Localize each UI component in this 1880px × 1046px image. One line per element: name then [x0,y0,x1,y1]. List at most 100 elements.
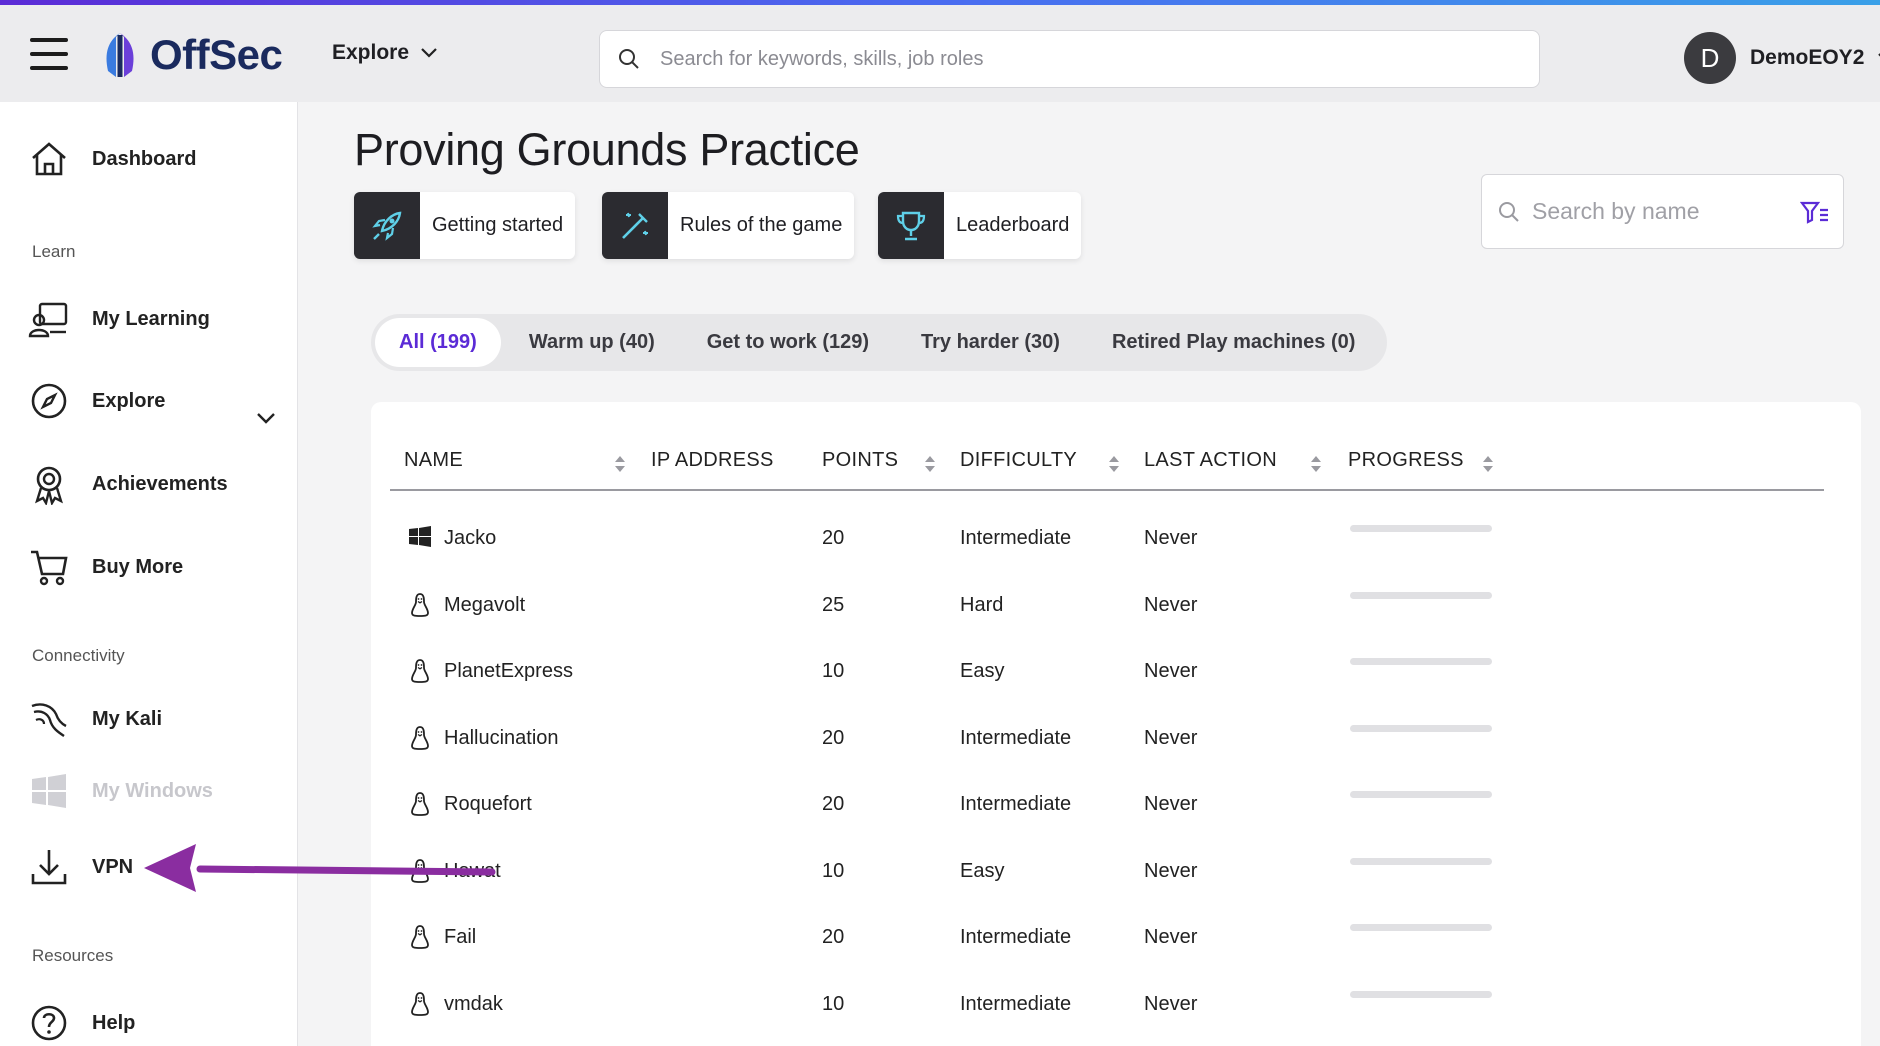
sidebar-item-my-learning[interactable]: My Learning [28,298,210,340]
table-row[interactable]: Fail 20 Intermediate Never [390,906,1824,972]
machine-last-action: Never [1144,527,1198,549]
progress-bar [1350,658,1492,665]
table-row[interactable]: Megavolt 25 Hard Never [390,574,1824,640]
explore-label: Explore [332,41,410,64]
user-menu[interactable]: D DemoEOY2 [1684,32,1880,84]
machine-difficulty: Intermediate [960,992,1072,1015]
sort-icon[interactable] [924,454,936,474]
progress-bar [1350,791,1492,798]
compass-icon [31,383,67,419]
offsec-shield-icon [106,33,134,77]
sidebar-item-label: VPN [92,855,134,878]
section-label-learn: Learn [32,242,76,261]
sort-icon[interactable] [614,454,626,474]
sidebar-item-label: Achievements [92,472,228,495]
cart-icon [31,550,68,586]
table-row[interactable]: PlanetExpress 10 Easy Never [390,640,1824,706]
table-row[interactable]: Hawat 10 Easy Never [390,840,1824,906]
column-header-progress[interactable]: PROGRESS [1348,449,1464,472]
progress-bar [1350,924,1492,931]
column-header-difficulty[interactable]: DIFFICULTY [960,449,1077,472]
trophy-icon [896,211,926,240]
sidebar-item-buy-more[interactable]: Buy More [28,546,183,588]
column-header-name[interactable]: NAME [404,449,463,472]
leaderboard-label: Leaderboard [956,214,1070,236]
progress-bar [1350,724,1492,732]
machine-points: 20 [822,527,845,549]
sidebar-item-label: My Windows [92,779,213,802]
machine-name[interactable]: Hallucination [444,727,559,750]
machine-difficulty: Intermediate [960,726,1072,749]
machine-difficulty: Intermediate [960,527,1072,549]
machine-name[interactable]: Roquefort [444,793,532,816]
machine-difficulty: Intermediate [960,926,1072,948]
machine-last-action: Never [1144,660,1198,682]
linux-icon [408,791,432,817]
hamburger-menu-icon[interactable] [30,38,68,70]
getting-started-label: Getting started [432,214,564,236]
machines-table: NAME IP ADDRESS POINTS DIFFICULTY LAST A… [371,402,1861,1046]
table-row[interactable]: vmdak 10 Intermediate Never [390,973,1824,1039]
explore-dropdown[interactable]: Explore [332,41,437,65]
machine-difficulty: Intermediate [960,793,1072,815]
sidebar-item-dashboard[interactable]: Dashboard [28,138,196,180]
sidebar-item-help[interactable]: Help [28,1002,135,1044]
global-search-box [599,30,1540,88]
table-row[interactable]: Hallucination 20 Intermediate Never [390,707,1824,773]
table-row[interactable]: Roquefort 20 Intermediate Never [390,773,1824,839]
tab-try-harder[interactable]: Try harder (30) [897,318,1084,367]
sidebar-item-achievements[interactable]: Achievements [28,463,228,505]
sidebar-item-vpn[interactable]: VPN [28,846,133,888]
sidebar-item-my-kali[interactable]: My Kali [28,698,162,740]
offsec-logo[interactable]: OffSec [98,31,283,79]
tab-retired-play-machines[interactable]: Retired Play machines (0) [1088,318,1379,367]
avatar: D [1684,32,1736,84]
top-bar: OffSec Explore D DemoEOY2 [0,5,1880,102]
progress-bar [1350,525,1492,532]
sidebar-item-label: Buy More [92,555,184,578]
machine-name[interactable]: Jacko [444,527,496,550]
annotation-arrow-icon [144,844,496,892]
award-icon [35,466,63,505]
machine-points: 10 [822,660,845,682]
machine-name[interactable]: vmdak [444,993,503,1016]
tab-all[interactable]: All (199) [375,318,501,367]
column-header-last-action[interactable]: LAST ACTION [1144,449,1277,472]
machine-points: 20 [822,793,845,815]
search-icon [619,49,639,69]
tab-get-to-work[interactable]: Get to work (129) [683,318,893,367]
column-header-points[interactable]: POINTS [822,449,898,472]
username: DemoEOY2 [1750,46,1865,69]
table-row[interactable]: Jacko 20 Intermediate Never [390,507,1824,573]
section-label-connectivity: Connectivity [32,646,125,665]
machine-name[interactable]: Megavolt [444,594,525,617]
search-icon [1499,201,1519,222]
chevron-down-icon[interactable] [256,412,276,424]
main-content: Proving Grounds Practice Getting started… [298,102,1880,1046]
rules-of-the-game-button[interactable]: Rules of the game [602,192,855,259]
sort-icon[interactable] [1482,454,1494,474]
machine-difficulty: Easy [960,660,1005,682]
sidebar-item-label: Explore [92,389,166,412]
machine-difficulty: Hard [960,593,1004,616]
leaderboard-button[interactable]: Leaderboard [878,192,1082,259]
wand-icon [622,212,648,239]
sidebar-item-explore[interactable]: Explore [28,380,165,422]
machine-name[interactable]: PlanetExpress [444,660,573,683]
machine-name[interactable]: Fail [444,926,476,949]
machine-points: 10 [822,859,845,882]
filter-icon[interactable] [1800,200,1830,224]
sort-icon[interactable] [1108,454,1120,474]
tab-warm-up[interactable]: Warm up (40) [505,318,679,367]
machine-points: 10 [822,992,845,1015]
global-search-input[interactable] [660,47,1480,71]
sort-icon[interactable] [1310,454,1322,474]
name-search-input[interactable] [1532,198,1782,225]
section-label-resources: Resources [32,946,114,965]
home-icon [32,142,66,176]
getting-started-button[interactable]: Getting started [354,192,576,259]
difficulty-tabs: All (199) Warm up (40) Get to work (129)… [371,314,1388,371]
learning-icon [28,302,68,338]
machine-difficulty: Easy [960,859,1005,882]
help-icon [31,1005,67,1041]
